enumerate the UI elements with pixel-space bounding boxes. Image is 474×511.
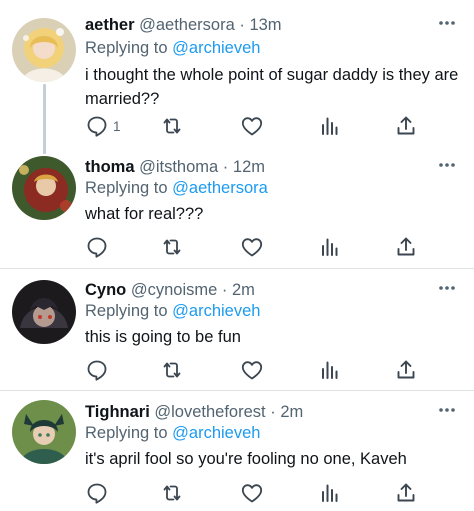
share-icon bbox=[394, 235, 418, 259]
display-name[interactable]: aether bbox=[85, 16, 135, 34]
reply-count: 1 bbox=[113, 118, 121, 134]
reply-icon bbox=[85, 235, 109, 259]
user-handle[interactable]: @cynoisme bbox=[131, 281, 217, 299]
analytics-button[interactable] bbox=[317, 113, 341, 139]
tweet-actions bbox=[0, 234, 474, 260]
tweet-header: Tighnari @lovetheforest · 2m bbox=[85, 401, 303, 423]
retweet-button[interactable] bbox=[160, 357, 184, 383]
replying-to: Replying to @archieveh bbox=[85, 422, 260, 444]
replying-to-handle[interactable]: @archieveh bbox=[172, 302, 260, 320]
tweet-actions: 1 bbox=[0, 113, 474, 139]
tweet-header: thoma @itsthoma · 12m bbox=[85, 156, 265, 178]
retweet-button[interactable] bbox=[160, 480, 184, 506]
display-name[interactable]: Cyno bbox=[85, 281, 126, 299]
tweet-actions bbox=[0, 357, 474, 383]
more-icon[interactable] bbox=[438, 162, 456, 168]
timestamp[interactable]: 2m bbox=[280, 403, 303, 421]
reply-button[interactable] bbox=[85, 480, 109, 506]
replying-to-prefix: Replying to bbox=[85, 179, 168, 197]
reply-icon bbox=[85, 481, 109, 505]
tweet-text-line: what for real??? bbox=[85, 205, 204, 223]
replying-to: Replying to @archieveh bbox=[85, 300, 260, 322]
user-handle[interactable]: @itsthoma bbox=[139, 158, 218, 176]
separator-dot: · bbox=[222, 158, 229, 176]
share-icon bbox=[394, 358, 418, 382]
display-name[interactable]: thoma bbox=[85, 158, 135, 176]
share-button[interactable] bbox=[394, 234, 418, 260]
reply-button[interactable] bbox=[85, 357, 109, 383]
avatar[interactable] bbox=[12, 156, 76, 220]
tweet-text: it's april fool so you're fooling no one… bbox=[85, 447, 465, 471]
analytics-icon bbox=[317, 358, 341, 382]
like-button[interactable] bbox=[240, 357, 264, 383]
replying-to-handle[interactable]: @archieveh bbox=[172, 39, 260, 57]
reply-icon bbox=[85, 114, 109, 138]
retweet-button[interactable] bbox=[160, 113, 184, 139]
share-button[interactable] bbox=[394, 113, 418, 139]
replying-to-prefix: Replying to bbox=[85, 302, 168, 320]
replying-to: Replying to @archieveh bbox=[85, 37, 260, 59]
tweet-header: Cyno @cynoisme · 2m bbox=[85, 279, 255, 301]
heart-icon bbox=[240, 235, 264, 259]
analytics-button[interactable] bbox=[317, 357, 341, 383]
more-icon[interactable] bbox=[438, 407, 456, 413]
heart-icon bbox=[240, 481, 264, 505]
retweet-icon bbox=[160, 114, 184, 138]
heart-icon bbox=[240, 358, 264, 382]
replying-to: Replying to @aethersora bbox=[85, 177, 268, 199]
retweet-icon bbox=[160, 358, 184, 382]
tweet-text-line: it's april fool so you're fooling no one… bbox=[85, 450, 407, 468]
tweet-text-line: married?? bbox=[85, 90, 160, 108]
avatar[interactable] bbox=[12, 18, 76, 82]
reply-tweet[interactable]: thoma @itsthoma · 12m Replying to @aethe… bbox=[0, 156, 474, 268]
avatar[interactable] bbox=[12, 400, 76, 464]
tweet-text-line: i thought the whole point of sugar daddy… bbox=[85, 66, 459, 84]
user-handle[interactable]: @lovetheforest bbox=[154, 403, 265, 421]
share-button[interactable] bbox=[394, 480, 418, 506]
retweet-icon bbox=[160, 235, 184, 259]
reply-button[interactable]: 1 bbox=[85, 113, 121, 139]
share-icon bbox=[394, 114, 418, 138]
like-button[interactable] bbox=[240, 113, 264, 139]
analytics-button[interactable] bbox=[317, 234, 341, 260]
like-button[interactable] bbox=[240, 480, 264, 506]
tweet-text: this is going to be fun bbox=[85, 325, 465, 349]
replying-to-prefix: Replying to bbox=[85, 39, 168, 57]
retweet-icon bbox=[160, 481, 184, 505]
timestamp[interactable]: 12m bbox=[233, 158, 265, 176]
tweet-text-line: this is going to be fun bbox=[85, 328, 241, 346]
separator-dot: · bbox=[221, 281, 228, 299]
reply-icon bbox=[85, 358, 109, 382]
share-button[interactable] bbox=[394, 357, 418, 383]
tweet-header: aether @aethersora · 13m bbox=[85, 14, 282, 36]
more-icon[interactable] bbox=[438, 20, 456, 26]
separator-dot: · bbox=[270, 403, 276, 421]
tweet-text: i thought the whole point of sugar daddy… bbox=[85, 63, 465, 111]
replying-to-prefix: Replying to bbox=[85, 424, 168, 442]
timestamp[interactable]: 2m bbox=[232, 281, 255, 299]
like-button[interactable] bbox=[240, 234, 264, 260]
reply-tweet[interactable]: Tighnari @lovetheforest · 2m Replying to… bbox=[0, 390, 474, 511]
analytics-icon bbox=[317, 114, 341, 138]
share-icon bbox=[394, 481, 418, 505]
analytics-icon bbox=[317, 481, 341, 505]
replying-to-handle[interactable]: @archieveh bbox=[172, 424, 260, 442]
user-handle[interactable]: @aethersora bbox=[139, 16, 235, 34]
display-name[interactable]: Tighnari bbox=[85, 403, 150, 421]
replying-to-handle[interactable]: @aethersora bbox=[172, 179, 268, 197]
tweet-text: what for real??? bbox=[85, 202, 465, 226]
reply-tweet[interactable]: aether @aethersora · 13m Replying to @ar… bbox=[0, 14, 474, 156]
heart-icon bbox=[240, 114, 264, 138]
analytics-button[interactable] bbox=[317, 480, 341, 506]
timestamp[interactable]: 13m bbox=[249, 16, 281, 34]
avatar[interactable] bbox=[12, 280, 76, 344]
separator-dot: · bbox=[239, 16, 245, 34]
tweet-actions bbox=[0, 480, 474, 506]
reply-tweet[interactable]: Cyno @cynoisme · 2m Replying to @archiev… bbox=[0, 268, 474, 390]
retweet-button[interactable] bbox=[160, 234, 184, 260]
more-icon[interactable] bbox=[438, 285, 456, 291]
analytics-icon bbox=[317, 235, 341, 259]
reply-button[interactable] bbox=[85, 234, 109, 260]
